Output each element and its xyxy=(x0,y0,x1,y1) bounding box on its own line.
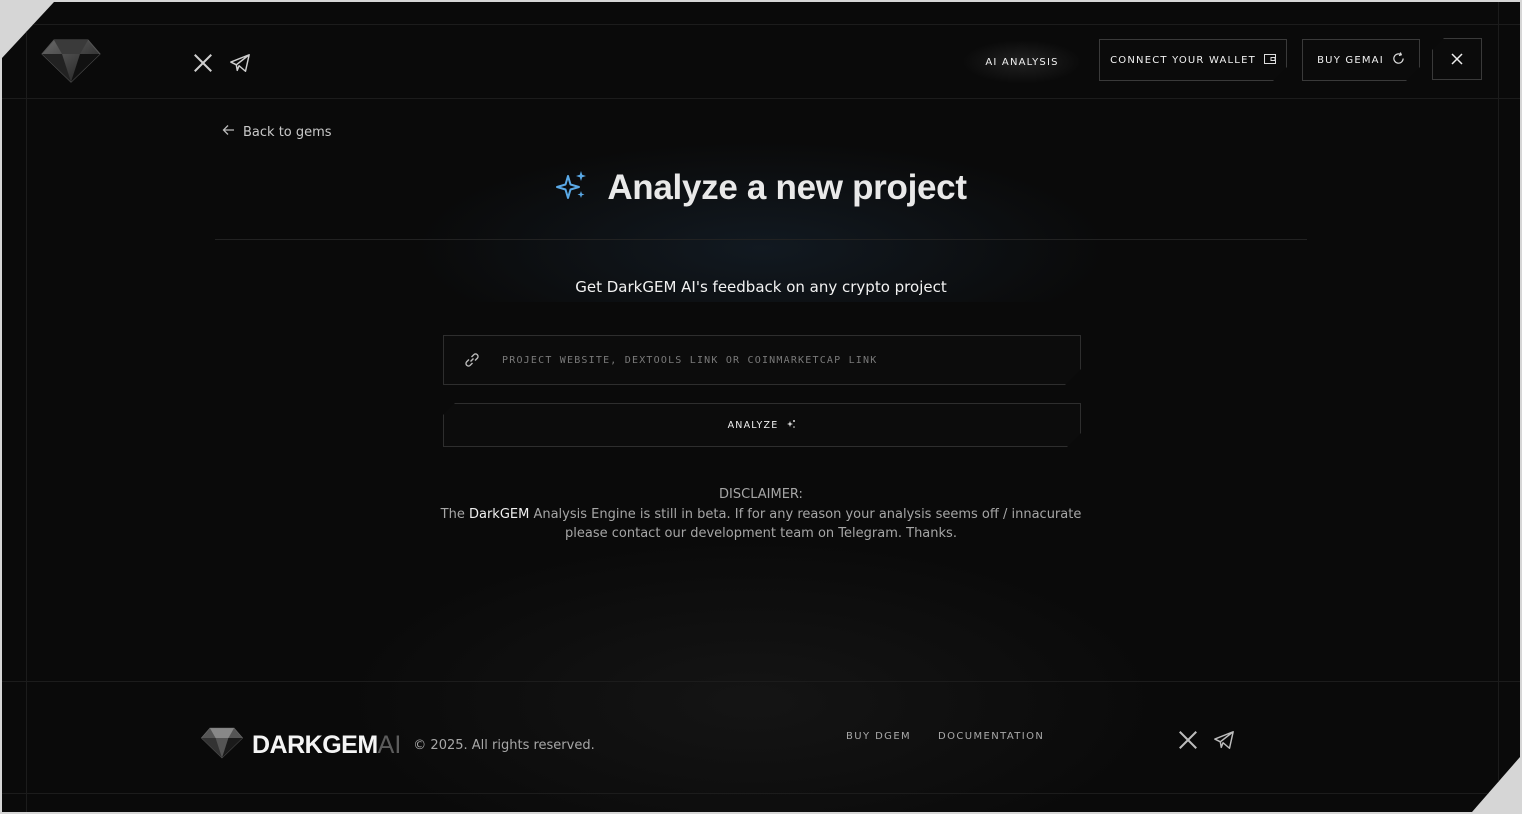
wallet-icon xyxy=(1264,53,1276,67)
x-twitter-icon[interactable] xyxy=(1175,727,1201,753)
sparkles-icon xyxy=(786,419,796,432)
footer-brand: DARKGEM AI © 2025. All rights reserved. xyxy=(200,726,595,764)
disclaimer-brand: DarkGEM xyxy=(468,506,530,522)
grid-line xyxy=(1498,2,1499,812)
footer-brand-name: DARKGEM xyxy=(252,730,378,759)
footer-link-documentation[interactable]: DOCUMENTATION xyxy=(938,731,1044,742)
x-twitter-icon[interactable] xyxy=(190,50,216,76)
analyze-button[interactable]: ANALYZE xyxy=(443,403,1081,447)
connect-wallet-label: CONNECT YOUR WALLET xyxy=(1110,54,1256,66)
disclaimer-prefix: The xyxy=(440,506,469,522)
footer-link-buy-dgem[interactable]: BUY DGEM xyxy=(846,731,911,742)
refresh-icon xyxy=(1392,52,1405,68)
page-subtitle: Get DarkGEM AI's feedback on any crypto … xyxy=(575,278,947,296)
buy-gemai-label: BUY GEMAI xyxy=(1317,54,1384,66)
grid-line xyxy=(2,793,1520,794)
back-to-gems-label: Back to gems xyxy=(243,124,332,140)
grid-line xyxy=(2,24,1520,25)
analyze-label: ANALYZE xyxy=(727,419,779,431)
grid-line xyxy=(26,2,27,812)
disclaimer-line-1: The DarkGEM Analysis Engine is still in … xyxy=(0,505,1522,525)
footer-brand-suffix: AI xyxy=(377,730,402,759)
footer-copyright: © 2025. All rights reserved. xyxy=(413,737,595,753)
nav-ai-analysis-label: AI ANALYSIS xyxy=(985,56,1059,68)
project-link-input[interactable] xyxy=(500,354,1080,367)
link-icon xyxy=(462,350,482,370)
title-divider xyxy=(215,239,1307,240)
page-heading: Analyze a new project xyxy=(0,168,1522,208)
sparkles-icon xyxy=(555,169,589,207)
disclaimer: DISCLAIMER: The DarkGEM Analysis Engine … xyxy=(0,485,1522,544)
close-icon xyxy=(1451,50,1463,69)
diamond-logo-icon xyxy=(200,726,244,764)
diamond-logo-icon[interactable] xyxy=(40,38,102,84)
disclaimer-line-1-text: Analysis Engine is still in beta. If for… xyxy=(529,506,1082,522)
header-divider xyxy=(2,98,1520,99)
back-to-gems-link[interactable]: Back to gems xyxy=(222,124,332,140)
disclaimer-line-2: please contact our development team on T… xyxy=(565,526,957,541)
title-glow xyxy=(352,122,1172,302)
buy-gemai-button[interactable]: BUY GEMAI xyxy=(1302,39,1420,81)
project-link-field[interactable] xyxy=(443,335,1081,385)
close-button[interactable] xyxy=(1432,38,1482,80)
page-title: Analyze a new project xyxy=(607,168,967,207)
background-glow xyxy=(302,522,1202,812)
connect-wallet-button[interactable]: CONNECT YOUR WALLET xyxy=(1099,39,1287,81)
telegram-icon[interactable] xyxy=(1211,727,1237,753)
telegram-icon[interactable] xyxy=(227,50,253,76)
arrow-left-icon xyxy=(222,124,235,140)
nav-ai-analysis[interactable]: AI ANALYSIS xyxy=(962,40,1082,84)
disclaimer-title: DISCLAIMER: xyxy=(719,487,803,502)
footer-divider xyxy=(2,681,1520,682)
